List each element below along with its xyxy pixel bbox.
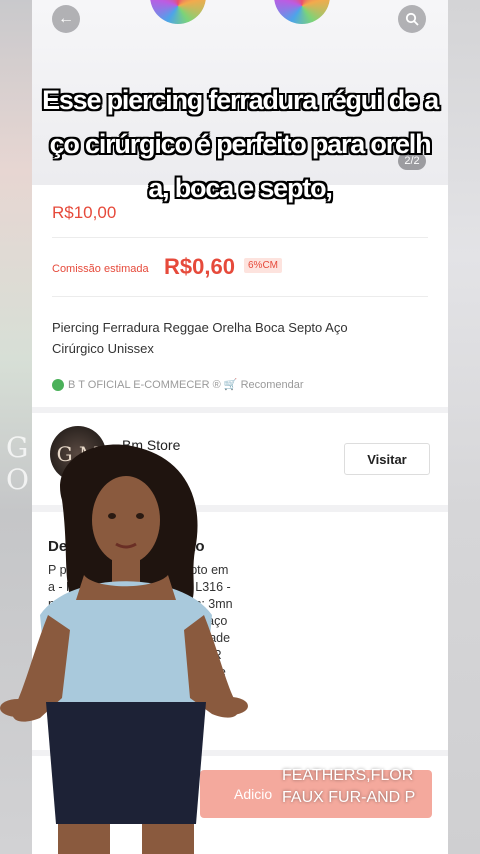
- search-icon: [405, 12, 419, 26]
- divider: [52, 237, 428, 238]
- seller-badge-icon: [52, 378, 64, 391]
- divider: [52, 296, 428, 297]
- search-button[interactable]: [398, 5, 426, 33]
- commission-value: R$0,60: [164, 254, 235, 279]
- seller-recommend-line[interactable]: B T OFICIAL E-COMMECER ® 🛒 Recomendar: [52, 378, 304, 391]
- presenter-figure: [0, 444, 248, 854]
- product-image-piercing-ball: [150, 0, 206, 24]
- product-image-piercing-ball: [274, 0, 330, 24]
- overlay-banner-text: FEATHERS,FLOR FAUX FUR-AND P: [282, 767, 416, 806]
- back-button[interactable]: ←: [52, 5, 80, 33]
- video-caption: Esse piercing ferradura régui de a ço ci…: [0, 78, 480, 210]
- back-arrow-icon: ←: [58, 10, 74, 27]
- commission-label: Comissão estimada: [52, 263, 149, 275]
- seller-text: B T OFICIAL E-COMMECER ® 🛒 Recomendar: [68, 379, 304, 391]
- caption-line: Esse piercing ferradura régui de a: [42, 85, 439, 115]
- visit-store-button[interactable]: Visitar: [344, 443, 430, 475]
- caption-line: ço cirúrgico é perfeito para orelh: [49, 129, 432, 159]
- caption-line: a, boca e septo,: [148, 173, 333, 203]
- commission-badge: 6%CM: [244, 258, 283, 273]
- product-title: Piercing Ferradura Reggae Orelha Boca Se…: [52, 320, 348, 356]
